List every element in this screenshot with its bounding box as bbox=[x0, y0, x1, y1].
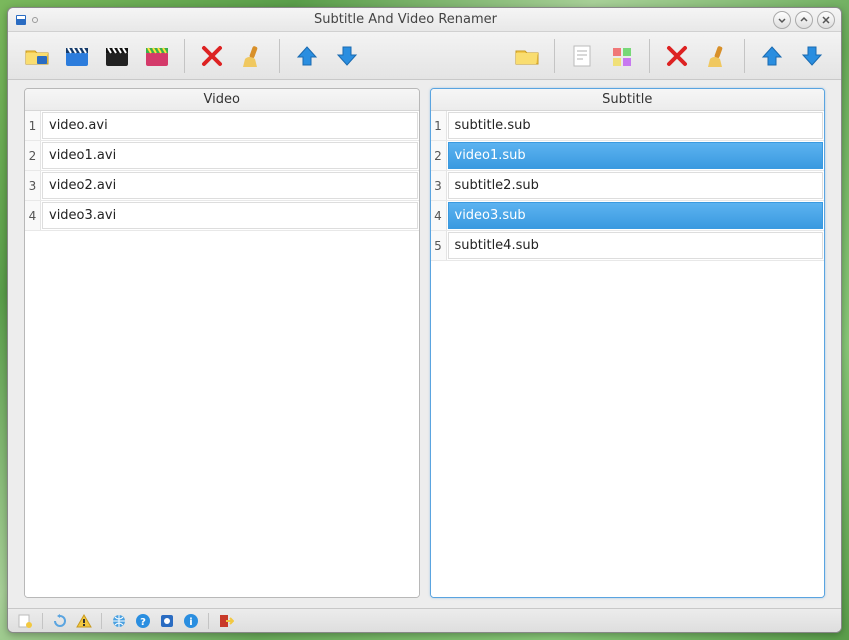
row-number: 3 bbox=[25, 171, 41, 200]
video-clapper-blue-button[interactable] bbox=[62, 41, 92, 71]
row-filename[interactable]: subtitle.sub bbox=[448, 112, 824, 139]
app-window: Subtitle And Video Renamer bbox=[7, 7, 842, 633]
svg-text:?: ? bbox=[140, 617, 146, 628]
video-list[interactable]: 1video.avi2video1.avi3video2.avi4video3.… bbox=[25, 111, 419, 597]
row-filename[interactable]: subtitle2.sub bbox=[448, 172, 824, 199]
titlebar: Subtitle And Video Renamer bbox=[8, 8, 841, 32]
video-move-up-button[interactable] bbox=[292, 41, 322, 71]
subtitle-delete-button[interactable] bbox=[662, 41, 692, 71]
row-filename[interactable]: subtitle4.sub bbox=[448, 232, 824, 259]
subtitle-open-folder-button[interactable] bbox=[512, 41, 542, 71]
sb-warning-icon[interactable] bbox=[75, 612, 93, 630]
svg-text:i: i bbox=[189, 617, 192, 628]
row-filename[interactable]: video3.sub bbox=[448, 202, 824, 229]
subtitle-list[interactable]: 1subtitle.sub2video1.sub3subtitle2.sub4v… bbox=[431, 111, 825, 597]
row-filename[interactable]: video3.avi bbox=[42, 202, 418, 229]
video-panel: Video 1video.avi2video1.avi3video2.avi4v… bbox=[24, 88, 420, 598]
list-item[interactable]: 4video3.avi bbox=[25, 201, 419, 231]
sb-info-icon[interactable]: i bbox=[182, 612, 200, 630]
row-number: 1 bbox=[25, 111, 41, 140]
row-number: 4 bbox=[431, 201, 447, 230]
maximize-button[interactable] bbox=[795, 11, 813, 29]
row-number: 1 bbox=[431, 111, 447, 140]
video-panel-header: Video bbox=[25, 89, 419, 111]
video-clapper-black-button[interactable] bbox=[102, 41, 132, 71]
toolbar-separator bbox=[744, 39, 745, 73]
sb-refresh-icon[interactable] bbox=[51, 612, 69, 630]
row-number: 3 bbox=[431, 171, 447, 200]
video-delete-button[interactable] bbox=[197, 41, 227, 71]
video-move-down-button[interactable] bbox=[332, 41, 362, 71]
main-area: Video 1video.avi2video1.avi3video2.avi4v… bbox=[8, 80, 841, 608]
row-number: 4 bbox=[25, 201, 41, 230]
list-item[interactable]: 3subtitle2.sub bbox=[431, 171, 825, 201]
video-clear-button[interactable] bbox=[237, 41, 267, 71]
toolbar-separator bbox=[554, 39, 555, 73]
app-icon bbox=[14, 13, 28, 27]
list-item[interactable]: 2video1.avi bbox=[25, 141, 419, 171]
row-number: 2 bbox=[25, 141, 41, 170]
toolbar bbox=[8, 32, 841, 80]
subtitle-panel-header: Subtitle bbox=[431, 89, 825, 111]
toolbar-separator bbox=[184, 39, 185, 73]
subtitle-palette-button[interactable] bbox=[607, 41, 637, 71]
sb-globe-icon[interactable] bbox=[110, 612, 128, 630]
subtitle-move-down-button[interactable] bbox=[797, 41, 827, 71]
row-filename[interactable]: video1.sub bbox=[448, 142, 824, 169]
video-open-folder-button[interactable] bbox=[22, 41, 52, 71]
sb-about-icon[interactable] bbox=[158, 612, 176, 630]
sb-help-icon[interactable]: ? bbox=[134, 612, 152, 630]
list-item[interactable]: 4video3.sub bbox=[431, 201, 825, 231]
subtitle-clear-button[interactable] bbox=[702, 41, 732, 71]
row-filename[interactable]: video.avi bbox=[42, 112, 418, 139]
toolbar-separator bbox=[279, 39, 280, 73]
video-clapper-color-button[interactable] bbox=[142, 41, 172, 71]
sb-new-icon[interactable] bbox=[16, 612, 34, 630]
row-filename[interactable]: video2.avi bbox=[42, 172, 418, 199]
list-item[interactable]: 1video.avi bbox=[25, 111, 419, 141]
statusbar: ? i bbox=[8, 608, 841, 632]
subtitle-document-button[interactable] bbox=[567, 41, 597, 71]
row-number: 5 bbox=[431, 231, 447, 260]
list-item[interactable]: 3video2.avi bbox=[25, 171, 419, 201]
window-title: Subtitle And Video Renamer bbox=[38, 12, 773, 27]
sb-exit-icon[interactable] bbox=[217, 612, 235, 630]
list-item[interactable]: 5subtitle4.sub bbox=[431, 231, 825, 261]
minimize-button[interactable] bbox=[773, 11, 791, 29]
row-filename[interactable]: video1.avi bbox=[42, 142, 418, 169]
toolbar-separator bbox=[649, 39, 650, 73]
subtitle-panel: Subtitle 1subtitle.sub2video1.sub3subtit… bbox=[430, 88, 826, 598]
list-item[interactable]: 2video1.sub bbox=[431, 141, 825, 171]
subtitle-move-up-button[interactable] bbox=[757, 41, 787, 71]
row-number: 2 bbox=[431, 141, 447, 170]
close-button[interactable] bbox=[817, 11, 835, 29]
list-item[interactable]: 1subtitle.sub bbox=[431, 111, 825, 141]
